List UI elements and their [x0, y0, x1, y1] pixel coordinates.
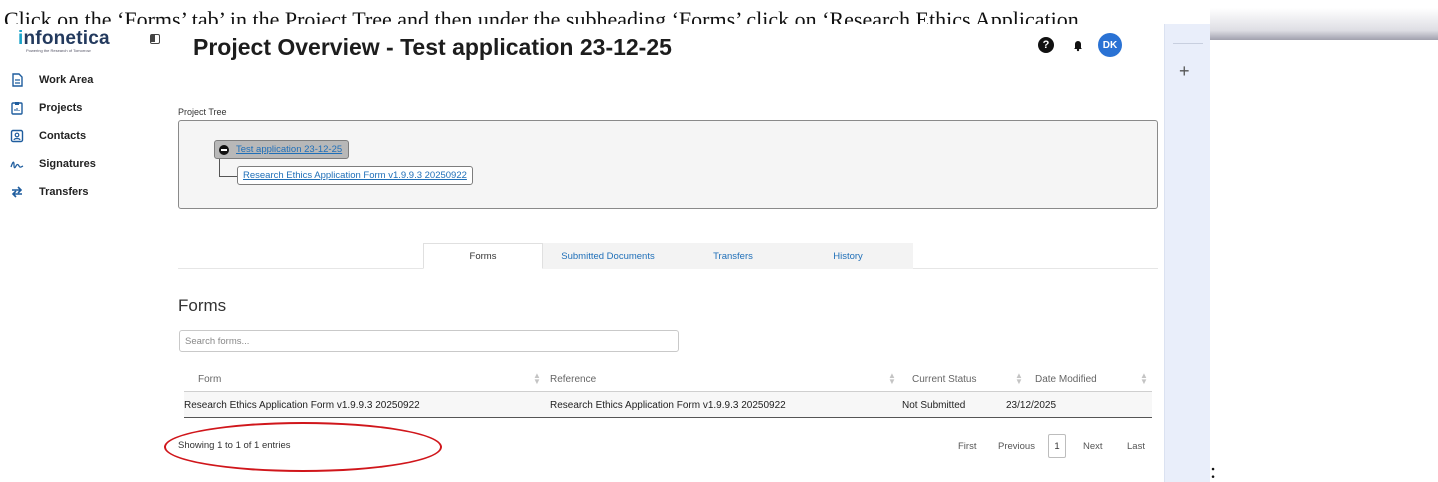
forms-table: Form ▲ ▼ Reference ▲ ▼ Current Status ▲ ▼ D… [184, 366, 1152, 418]
tree-connector [219, 159, 237, 177]
table-row[interactable]: Research Ethics Application Form v1.9.9.… [184, 392, 1152, 418]
annotation-ellipse [164, 422, 442, 472]
sidebar: infonetica Powering the Research of Tomo… [0, 24, 168, 482]
sidebar-item-label: Work Area [39, 74, 94, 86]
sort-icon[interactable]: ▲ ▼ [1140, 372, 1148, 386]
contact-card-icon [10, 129, 24, 143]
search-forms-input[interactable] [179, 330, 679, 352]
app-window: infonetica Powering the Research of Tomo… [0, 24, 1210, 482]
pagination-current-page[interactable]: 1 [1048, 434, 1066, 458]
brand-logo[interactable]: infonetica [18, 28, 110, 50]
tab-submitted-documents[interactable]: Submitted Documents [543, 243, 673, 269]
pagination: First Previous 1 Next Last [950, 434, 1155, 458]
document-shadow [1210, 8, 1438, 40]
cell-reference: Research Ethics Application Form v1.9.9.… [550, 399, 786, 411]
pagination-previous[interactable]: Previous [998, 434, 1035, 458]
tab-history[interactable]: History [793, 243, 903, 269]
tab-bar: Forms Submitted Documents Transfers Hist… [178, 243, 1158, 269]
sidebar-item-work-area[interactable]: Work Area [0, 66, 168, 94]
sidebar-collapse-icon[interactable] [150, 34, 160, 44]
project-tree-label: Project Tree [178, 107, 227, 117]
bell-icon [1074, 41, 1082, 52]
logo-area: infonetica Powering the Research of Tomo… [14, 28, 164, 58]
sort-icon[interactable]: ▲ ▼ [533, 372, 541, 386]
plus-icon[interactable]: + [1179, 62, 1190, 80]
tree-root-node[interactable]: Test application 23-12-25 [214, 140, 350, 159]
clipboard-icon [10, 101, 24, 115]
document-colon: : [1210, 458, 1217, 482]
avatar[interactable]: DK [1098, 33, 1122, 57]
notifications-button[interactable] [1066, 33, 1090, 57]
sort-icon[interactable]: ▲ ▼ [1015, 372, 1023, 386]
document-icon [10, 73, 24, 87]
column-header-date-modified[interactable]: Date Modified [1035, 366, 1097, 392]
collapse-node-icon[interactable] [219, 144, 229, 155]
sidebar-item-contacts[interactable]: Contacts [0, 122, 168, 150]
tab-forms[interactable]: Forms [423, 243, 543, 269]
column-header-status[interactable]: Current Status [912, 366, 976, 392]
help-button[interactable]: ? [1034, 33, 1058, 57]
cell-date-modified: 23/12/2025 [1006, 399, 1057, 411]
pagination-first[interactable]: First [958, 434, 976, 458]
right-panel: + [1164, 24, 1210, 482]
tab-transfers[interactable]: Transfers [673, 243, 793, 269]
brand-tagline: Powering the Research of Tomorrow [26, 48, 91, 53]
forms-heading: Forms [178, 296, 227, 315]
page-title: Project Overview - Test application 23-1… [193, 34, 672, 60]
column-header-form[interactable]: Form [198, 366, 221, 392]
transfer-arrows-icon [10, 185, 24, 199]
sidebar-item-label: Contacts [39, 130, 87, 142]
sidebar-nav: Work Area Projects Contacts Signatures T… [0, 66, 168, 206]
sort-icon[interactable]: ▲ ▼ [888, 372, 896, 386]
help-icon: ? [1038, 37, 1054, 53]
tree-child-node[interactable]: Research Ethics Application Form v1.9.9.… [237, 166, 473, 185]
header-actions: ? DK [1034, 33, 1154, 59]
signature-icon [10, 157, 24, 171]
sidebar-item-label: Transfers [39, 186, 89, 198]
cell-form[interactable]: Research Ethics Application Form v1.9.9.… [184, 392, 420, 418]
sidebar-item-projects[interactable]: Projects [0, 94, 168, 122]
tree-root-link[interactable]: Test application 23-12-25 [236, 144, 342, 155]
cell-status: Not Submitted [902, 399, 966, 411]
sidebar-item-signatures[interactable]: Signatures [0, 150, 168, 178]
divider [1173, 43, 1203, 44]
column-header-reference[interactable]: Reference [550, 366, 596, 392]
sidebar-item-label: Projects [39, 102, 83, 114]
pagination-next[interactable]: Next [1083, 434, 1103, 458]
table-header: Form ▲ ▼ Reference ▲ ▼ Current Status ▲ ▼ D… [184, 366, 1152, 392]
pagination-last[interactable]: Last [1127, 434, 1145, 458]
project-tree: Test application 23-12-25 Research Ethic… [178, 120, 1158, 209]
sidebar-item-transfers[interactable]: Transfers [0, 178, 168, 206]
sidebar-item-label: Signatures [39, 158, 96, 170]
